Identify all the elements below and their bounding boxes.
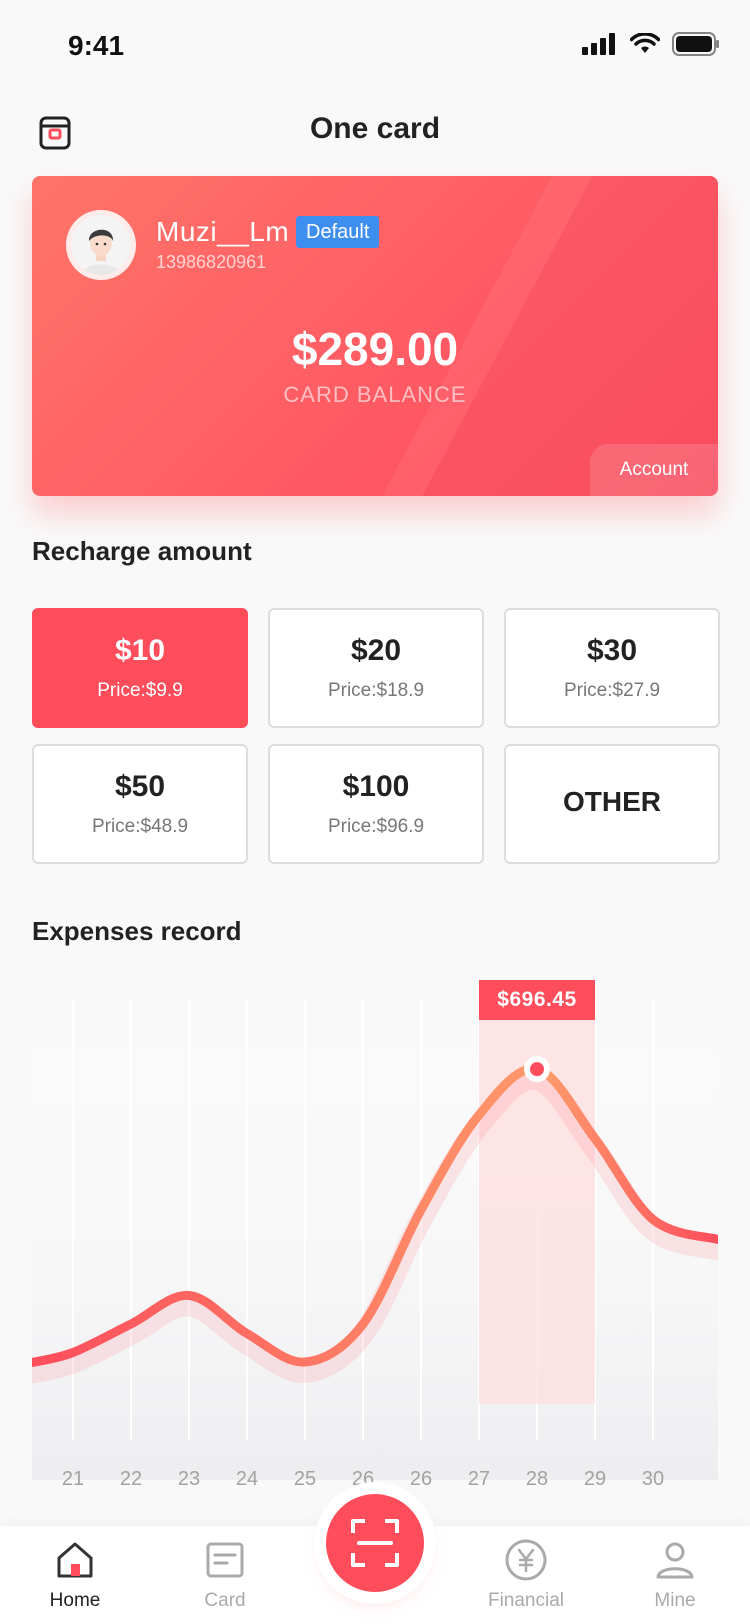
nav-item-financial[interactable]: Financial <box>466 1526 586 1624</box>
user-phone: 13986820961 <box>156 252 267 272</box>
x-tick-label: 30 <box>641 1468 665 1490</box>
amount-value: $30 <box>586 634 638 667</box>
chart-highlight-point <box>524 1056 550 1083</box>
amount-option-50[interactable]: $50 Price:$48.9 <box>32 744 248 864</box>
scan-button[interactable] <box>326 1494 424 1592</box>
nav-label: Mine <box>654 1590 696 1611</box>
x-tick-label: 27 <box>467 1468 491 1490</box>
recharge-title: Recharge amount <box>32 536 252 566</box>
home-icon <box>57 1542 93 1578</box>
avatar[interactable] <box>66 210 136 280</box>
nav-label: Card <box>204 1590 246 1611</box>
card-balance: $289.00 <box>291 323 459 375</box>
chart-tooltip: $696.45 <box>479 980 595 1020</box>
x-tick-label: 28 <box>525 1468 549 1490</box>
yen-coin-icon <box>505 1539 547 1581</box>
nav-label: Home <box>49 1590 101 1611</box>
signal-icon <box>582 33 615 55</box>
amount-option-20[interactable]: $20 Price:$18.9 <box>268 608 484 728</box>
x-tick-label: 26 <box>409 1468 433 1490</box>
balance-card[interactable]: Muzi__Lm Default 13986820961 $289.00 CAR… <box>32 176 718 496</box>
nav-item-card[interactable]: Card <box>165 1526 285 1624</box>
x-tick-label: 29 <box>583 1468 607 1490</box>
amount-other-label: OTHER <box>563 786 661 817</box>
avatar-image <box>71 215 131 275</box>
expenses-title: Expenses record <box>32 916 242 946</box>
battery-icon <box>672 32 719 56</box>
header: One card <box>0 100 750 164</box>
nav-item-mine[interactable]: Mine <box>615 1526 735 1624</box>
x-tick-label: 24 <box>235 1468 259 1490</box>
amount-value: $50 <box>114 770 166 803</box>
amount-value: $100 <box>342 770 410 803</box>
card-balance-label: CARD BALANCE <box>283 382 467 407</box>
chart-background <box>32 1000 718 1480</box>
default-badge: Default <box>296 216 380 248</box>
nav-item-home[interactable]: Home <box>15 1526 135 1624</box>
amount-option-other[interactable]: OTHER <box>504 744 720 864</box>
nav-label: Financial <box>487 1590 565 1611</box>
amount-price: Price:$27.9 <box>563 680 661 701</box>
user-icon <box>656 1542 694 1579</box>
status-bar: 9:41 <box>0 0 750 88</box>
account-button[interactable]: Account <box>590 444 718 496</box>
card-icon <box>206 1542 244 1578</box>
status-icons <box>582 32 720 56</box>
status-time: 9:41 <box>68 30 125 61</box>
x-tick-label: 25 <box>293 1468 317 1490</box>
amount-price: Price:$96.9 <box>327 816 425 837</box>
amount-price: Price:$18.9 <box>327 680 425 701</box>
x-tick-label: 26 <box>351 1468 375 1490</box>
amount-value: $10 <box>114 634 166 667</box>
amount-option-10[interactable]: $10 Price:$9.9 <box>32 608 248 728</box>
amount-option-100[interactable]: $100 Price:$96.9 <box>268 744 484 864</box>
page-title: One card <box>309 112 441 145</box>
x-tick-label: 22 <box>119 1468 143 1490</box>
amount-price: Price:$48.9 <box>91 816 189 837</box>
x-tick-label: 21 <box>61 1468 85 1490</box>
x-tick-label: 23 <box>177 1468 201 1490</box>
expenses-chart[interactable]: $696.45 21 22 23 24 25 26 26 27 28 29 30 <box>32 980 718 1520</box>
amount-option-30[interactable]: $30 Price:$27.9 <box>504 608 720 728</box>
user-name: Muzi__Lm <box>156 216 290 247</box>
scan-icon <box>351 1519 399 1567</box>
amount-price: Price:$9.9 <box>97 680 183 701</box>
wifi-icon <box>630 33 660 53</box>
amount-value: $20 <box>350 634 402 667</box>
chart-canvas <box>32 1000 718 1480</box>
